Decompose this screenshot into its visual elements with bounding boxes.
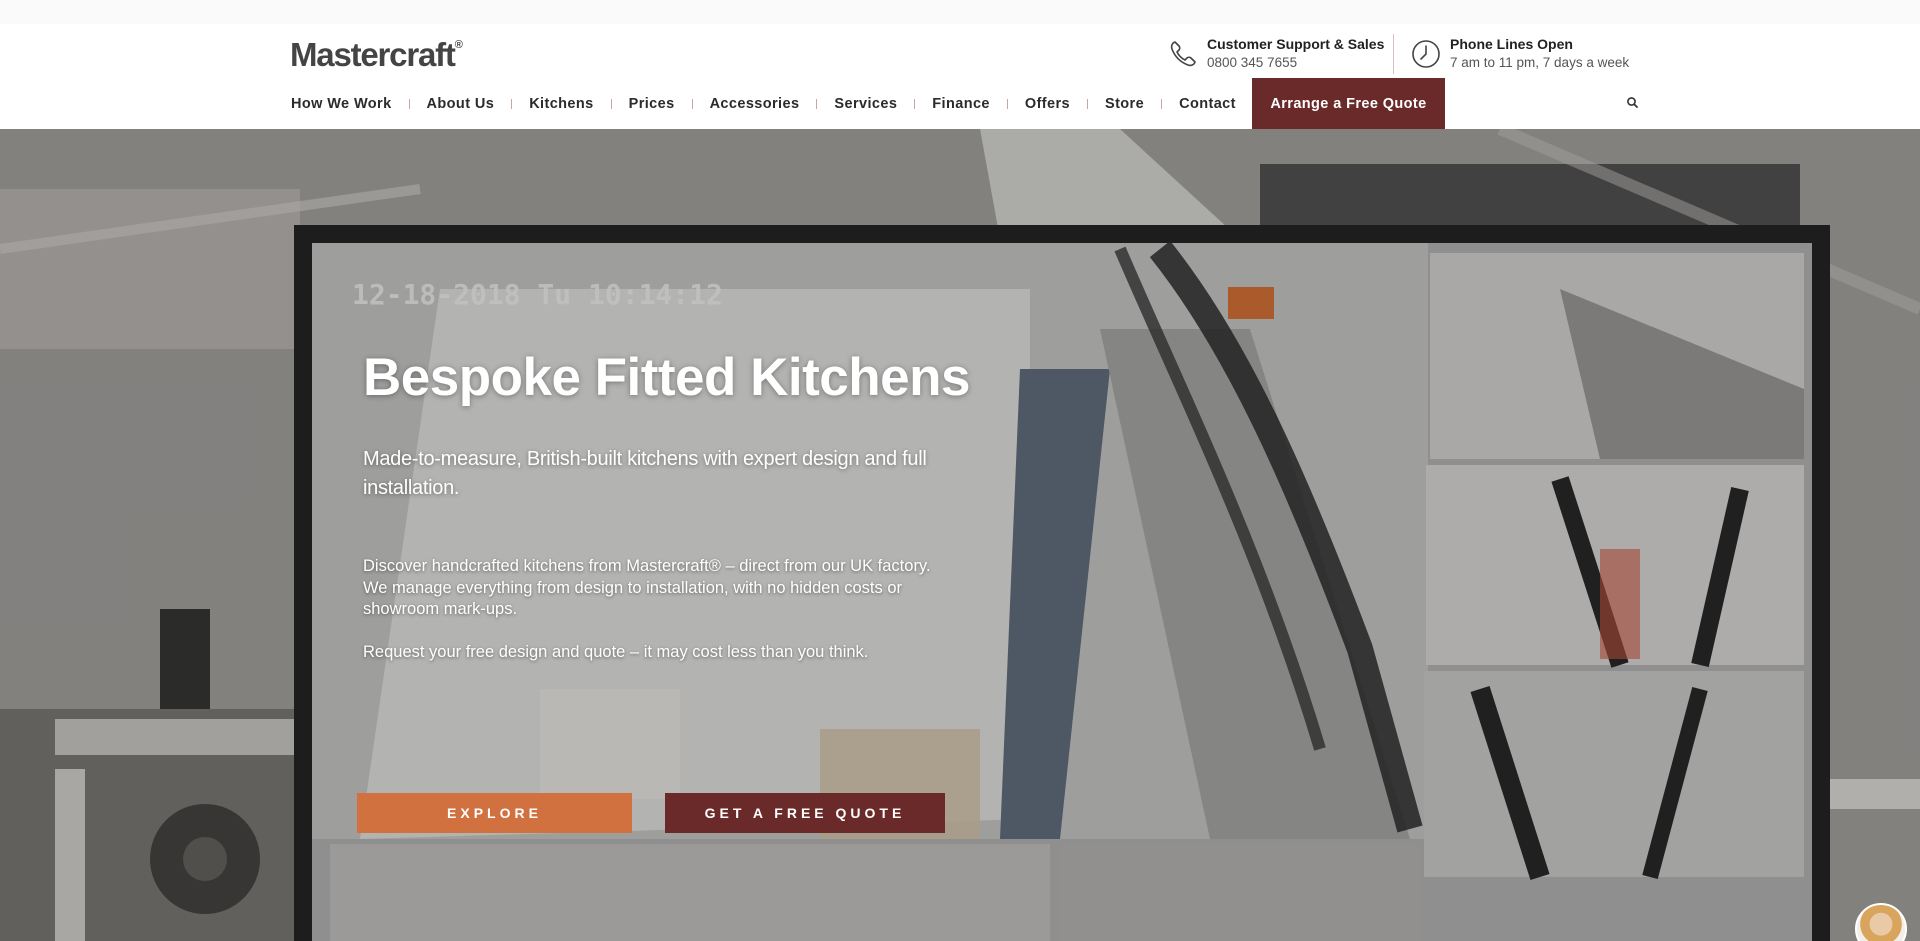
support-title: Customer Support & Sales: [1207, 36, 1385, 52]
nav-separator: [408, 98, 410, 109]
hero-lead: Made-to-measure, British-built kitchens …: [363, 448, 927, 499]
nav-separator: [691, 98, 693, 109]
support-phone[interactable]: 0800 345 7655: [1207, 53, 1384, 72]
site-logo[interactable]: Mastercraft®: [290, 36, 463, 74]
hours-value: 7 am to 11 pm, 7 days a week: [1450, 55, 1630, 70]
main-nav: How We Work About Us Kitchens Prices Acc…: [291, 78, 1236, 129]
site-header: Mastercraft® Customer Support & Sales 08…: [0, 24, 1920, 129]
search-icon[interactable]: [1624, 94, 1642, 112]
nav-contact[interactable]: Contact: [1179, 96, 1236, 112]
clock-icon: [1412, 40, 1440, 68]
nav-separator: [1087, 98, 1088, 109]
nav-prices[interactable]: Prices: [629, 96, 675, 112]
nav-kitchens[interactable]: Kitchens: [529, 96, 593, 112]
contact-divider: [1393, 34, 1394, 74]
arrange-free-quote-button[interactable]: Arrange a Free Quote: [1252, 78, 1445, 129]
hero-cta-text: Request your free design and quote – it …: [363, 643, 869, 661]
hero-overlay: [0, 129, 1920, 941]
hero-description: Discover handcrafted kitchens from Maste…: [363, 557, 931, 618]
nav-about-us[interactable]: About Us: [427, 96, 495, 112]
top-strip: [0, 0, 1920, 24]
nav-separator: [610, 98, 612, 109]
nav-separator: [511, 98, 513, 109]
get-free-quote-button[interactable]: GET A FREE QUOTE: [665, 793, 945, 833]
hours-contact: Phone Lines Open 7 am to 11 pm, 7 days a…: [1410, 36, 1629, 74]
nav-separator: [1006, 98, 1008, 109]
nav-finance[interactable]: Finance: [932, 96, 990, 112]
nav-separator: [1161, 98, 1163, 109]
nav-separator: [914, 98, 916, 109]
logo-text: Mastercraft: [290, 36, 456, 73]
hero-section: 12-18-2018 Tu 10:14:12 Bespoke Fitted Ki…: [0, 129, 1920, 941]
nav-separator: [816, 98, 818, 109]
nav-accessories[interactable]: Accessories: [710, 96, 800, 112]
hero-title: Bespoke Fitted Kitchens: [363, 348, 970, 407]
explore-button[interactable]: EXPLORE: [357, 793, 632, 833]
nav-how-we-work[interactable]: How We Work: [291, 96, 392, 112]
hours-title: Phone Lines Open: [1450, 36, 1573, 52]
logo-registered-mark: ®: [454, 39, 463, 51]
nav-offers[interactable]: Offers: [1025, 96, 1070, 112]
nav-store[interactable]: Store: [1105, 96, 1144, 112]
nav-services[interactable]: Services: [834, 96, 897, 112]
phone-icon: [1170, 41, 1196, 67]
support-contact[interactable]: Customer Support & Sales 0800 345 7655: [1167, 36, 1384, 74]
